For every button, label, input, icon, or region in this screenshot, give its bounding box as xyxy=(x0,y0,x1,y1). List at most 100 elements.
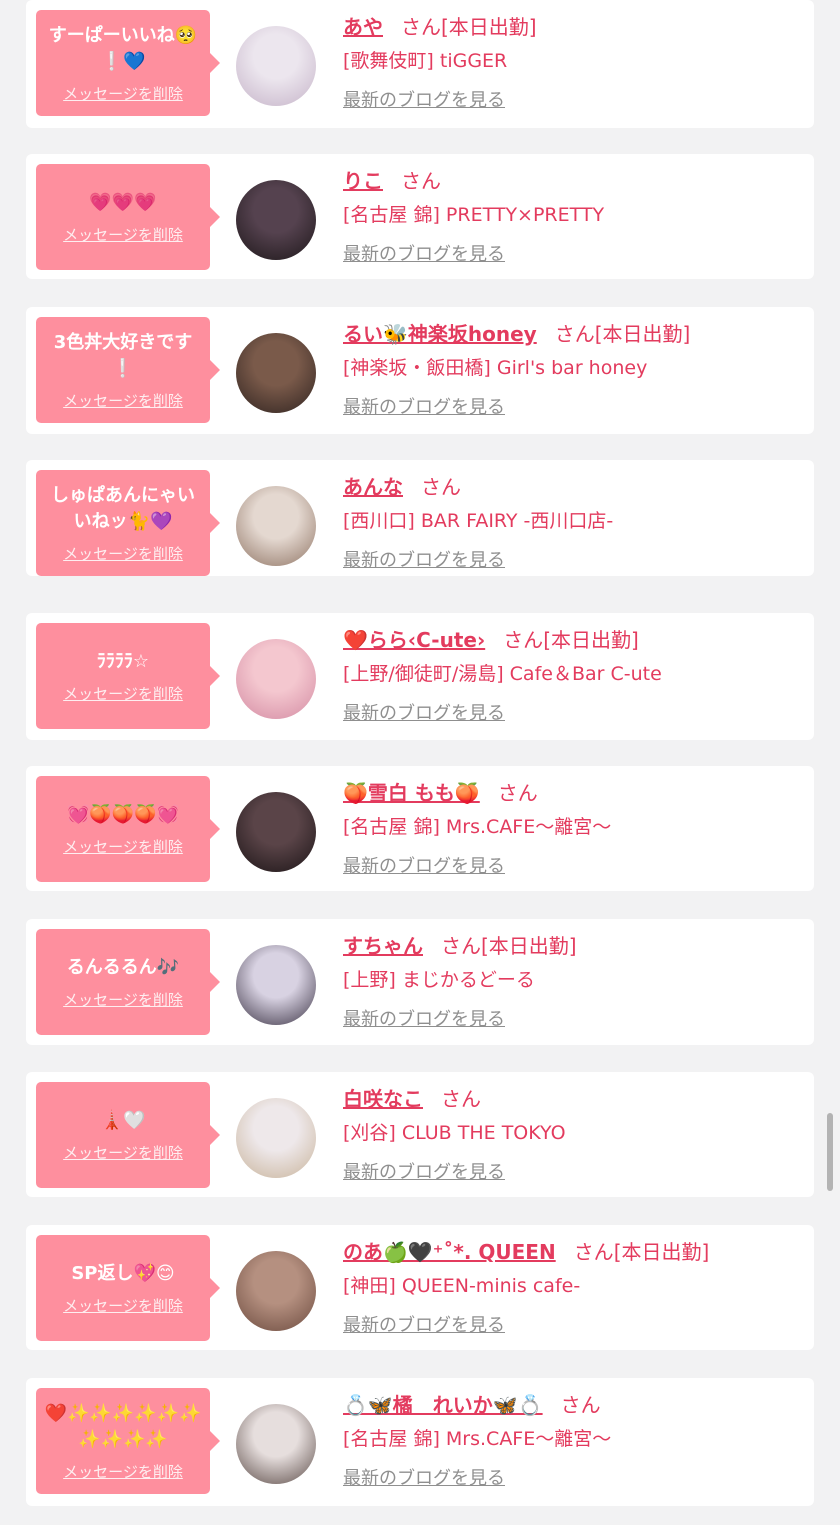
message-bubble: 3色丼大好きです❕ メッセージを削除 xyxy=(36,317,220,423)
avatar[interactable] xyxy=(236,1098,316,1178)
list-item: ﾗﾗﾗﾗ☆ メッセージを削除 ❤️らら‹C-ute› さん[本日出勤] [上野/御徒町/… xyxy=(26,613,814,740)
message-bubble: SP返し💖😊 メッセージを削除 xyxy=(36,1235,220,1341)
list-item: SP返し💖😊 メッセージを削除 のあ🍏🖤⁺˚*. QUEEN さん[本日出勤] [神田]… xyxy=(26,1225,814,1350)
message-bubble: 🗼🤍 メッセージを削除 xyxy=(36,1082,220,1188)
cast-name-link[interactable]: ❤️らら‹C-ute› xyxy=(343,628,485,652)
list-item: 🗼🤍 メッセージを削除 白咲なこ さん [刈谷] CLUB THE TOKYO 最新のブロ… xyxy=(26,1072,814,1197)
view-latest-blog-link[interactable]: 最新のブログを見る xyxy=(343,1158,505,1184)
delete-message-link[interactable]: メッセージを削除 xyxy=(63,1295,183,1316)
message-bubble: すーぱーいいね🥺❕💙 メッセージを削除 xyxy=(36,10,220,116)
avatar[interactable] xyxy=(236,26,316,106)
honorific: さん xyxy=(401,15,441,39)
avatar[interactable] xyxy=(236,639,316,719)
cast-name-line: のあ🍏🖤⁺˚*. QUEEN さん[本日出勤] xyxy=(343,1235,804,1269)
delete-message-link[interactable]: メッセージを削除 xyxy=(63,1461,183,1482)
cast-info: すちゃん さん[本日出勤] [上野] まじかるどーる 最新のブログを見る xyxy=(343,929,804,1031)
message-text: 💓🍑🍑🍑💓 xyxy=(66,803,180,825)
cast-name-link[interactable]: 白咲なこ xyxy=(343,1087,423,1111)
cast-info: 白咲なこ さん [刈谷] CLUB THE TOKYO 最新のブログを見る xyxy=(343,1082,804,1184)
honorific: さん xyxy=(497,781,538,805)
cast-name-link[interactable]: すちゃん xyxy=(343,934,423,958)
shop-name: [神楽坂・飯田橋] Girl's bar honey xyxy=(343,357,648,379)
attendance-status: [本日出勤] xyxy=(441,15,537,39)
message-text: すーぱーいいね🥺❕💙 xyxy=(48,24,198,72)
cast-name-link[interactable]: あんな xyxy=(343,475,403,499)
message-text: ❤️✨✨✨✨✨✨✨✨✨✨ xyxy=(44,1402,202,1450)
cast-name-line: りこ さん xyxy=(343,164,804,198)
message-text: 💗💗💗 xyxy=(89,191,157,213)
delete-message-link[interactable]: メッセージを削除 xyxy=(63,390,183,411)
delete-message-link[interactable]: メッセージを削除 xyxy=(63,543,183,564)
delete-message-link[interactable]: メッセージを削除 xyxy=(63,989,183,1010)
cast-name-link[interactable]: 🍑雪白 もも🍑 xyxy=(343,781,480,805)
avatar[interactable] xyxy=(236,1404,316,1484)
cast-name-line: 白咲なこ さん xyxy=(343,1082,804,1116)
list-item: すーぱーいいね🥺❕💙 メッセージを削除 あや さん[本日出勤] [歌舞伎町] tiGGE… xyxy=(26,0,814,128)
cast-info: のあ🍏🖤⁺˚*. QUEEN さん[本日出勤] [神田] QUEEN-minis c… xyxy=(343,1235,804,1337)
list-item: 3色丼大好きです❕ メッセージを削除 るい🐝神楽坂honey さん[本日出勤] [神楽坂… xyxy=(26,307,814,434)
attendance-status: [本日出勤] xyxy=(613,1240,710,1264)
shop-name: [名古屋 錦] PRETTY×PRETTY xyxy=(343,204,605,226)
delete-message-link[interactable]: メッセージを削除 xyxy=(63,683,183,704)
message-text: 🗼🤍 xyxy=(100,1109,146,1131)
honorific: さん xyxy=(401,169,441,193)
list-item: しゅぱあんにゃいいねッ🐈💜 メッセージを削除 あんな さん [西川口] BAR FAIR… xyxy=(26,460,814,576)
avatar[interactable] xyxy=(236,792,316,872)
cast-info: りこ さん [名古屋 錦] PRETTY×PRETTY 最新のブログを見る xyxy=(343,164,804,266)
cast-info: あや さん[本日出勤] [歌舞伎町] tiGGER 最新のブログを見る xyxy=(343,10,804,112)
shop-name: [刈谷] CLUB THE TOKYO xyxy=(343,1122,566,1144)
delete-message-link[interactable]: メッセージを削除 xyxy=(63,224,183,245)
attendance-status: [本日出勤] xyxy=(481,934,577,958)
cast-name-link[interactable]: のあ🍏🖤⁺˚*. QUEEN xyxy=(343,1240,556,1264)
view-latest-blog-link[interactable]: 最新のブログを見る xyxy=(343,852,505,878)
view-latest-blog-link[interactable]: 最新のブログを見る xyxy=(343,1464,505,1490)
delete-message-link[interactable]: メッセージを削除 xyxy=(63,83,183,104)
view-latest-blog-link[interactable]: 最新のブログを見る xyxy=(343,546,505,572)
message-bubble: るんるるん🎶 メッセージを削除 xyxy=(36,929,220,1035)
view-latest-blog-link[interactable]: 最新のブログを見る xyxy=(343,240,505,266)
view-latest-blog-link[interactable]: 最新のブログを見る xyxy=(343,86,505,112)
message-text: SP返し💖😊 xyxy=(71,1262,175,1284)
shop-name: [名古屋 錦] Mrs.CAFE〜離宮〜 xyxy=(343,816,612,838)
message-bubble: ﾗﾗﾗﾗ☆ メッセージを削除 xyxy=(36,623,220,729)
cast-name-line: あんな さん xyxy=(343,470,804,504)
honorific: さん xyxy=(503,628,544,652)
avatar[interactable] xyxy=(236,945,316,1025)
message-bubble: 💓🍑🍑🍑💓 メッセージを削除 xyxy=(36,776,220,882)
message-bubble: ❤️✨✨✨✨✨✨✨✨✨✨ メッセージを削除 xyxy=(36,1388,220,1494)
message-text: しゅぱあんにゃいいねッ🐈💜 xyxy=(51,484,195,532)
shop-name: [名古屋 錦] Mrs.CAFE〜離宮〜 xyxy=(343,1428,612,1450)
cast-info: るい🐝神楽坂honey さん[本日出勤] [神楽坂・飯田橋] Girl's bar … xyxy=(343,317,804,419)
message-bubble: 💗💗💗 メッセージを削除 xyxy=(36,164,220,270)
list-item: 💗💗💗 メッセージを削除 りこ さん [名古屋 錦] PRETTY×PRETTY 最新のブ… xyxy=(26,154,814,279)
avatar[interactable] xyxy=(236,486,316,566)
view-latest-blog-link[interactable]: 最新のブログを見る xyxy=(343,1005,505,1031)
message-text: 3色丼大好きです❕ xyxy=(53,331,193,379)
honorific: さん xyxy=(421,475,461,499)
cast-name-line: 💍🦋橘 れいか🦋💍 さん xyxy=(343,1388,804,1422)
cast-name-link[interactable]: 💍🦋橘 れいか🦋💍 xyxy=(343,1393,543,1417)
shop-name: [上野] まじかるどーる xyxy=(343,969,535,991)
view-latest-blog-link[interactable]: 最新のブログを見る xyxy=(343,699,505,725)
shop-name: [西川口] BAR FAIRY -西川口店- xyxy=(343,510,614,532)
cast-name-line: るい🐝神楽坂honey さん[本日出勤] xyxy=(343,317,804,351)
avatar[interactable] xyxy=(236,1251,316,1331)
avatar[interactable] xyxy=(236,333,316,413)
cast-name-link[interactable]: あや xyxy=(343,15,383,39)
cast-name-line: ❤️らら‹C-ute› さん[本日出勤] xyxy=(343,623,804,657)
honorific: さん xyxy=(560,1393,601,1417)
view-latest-blog-link[interactable]: 最新のブログを見る xyxy=(343,393,505,419)
cast-name-link[interactable]: りこ xyxy=(343,169,383,193)
message-text: るんるるん🎶 xyxy=(66,956,180,978)
message-bubble: しゅぱあんにゃいいねッ🐈💜 メッセージを削除 xyxy=(36,470,220,576)
list-item: 💓🍑🍑🍑💓 メッセージを削除 🍑雪白 もも🍑 さん [名古屋 錦] Mrs.CAFE〜離… xyxy=(26,766,814,891)
cast-info: 💍🦋橘 れいか🦋💍 さん [名古屋 錦] Mrs.CAFE〜離宮〜最新のブログを見る xyxy=(343,1388,804,1490)
attendance-status: [本日出勤] xyxy=(543,628,639,652)
cast-name-link[interactable]: るい🐝神楽坂honey xyxy=(343,322,537,346)
delete-message-link[interactable]: メッセージを削除 xyxy=(63,1142,183,1163)
avatar[interactable] xyxy=(236,180,316,260)
cast-info: 🍑雪白 もも🍑 さん [名古屋 錦] Mrs.CAFE〜離宮〜最新のブログを見る xyxy=(343,776,804,878)
view-latest-blog-link[interactable]: 最新のブログを見る xyxy=(343,1311,505,1337)
delete-message-link[interactable]: メッセージを削除 xyxy=(63,836,183,857)
scrollbar[interactable] xyxy=(827,1113,833,1191)
